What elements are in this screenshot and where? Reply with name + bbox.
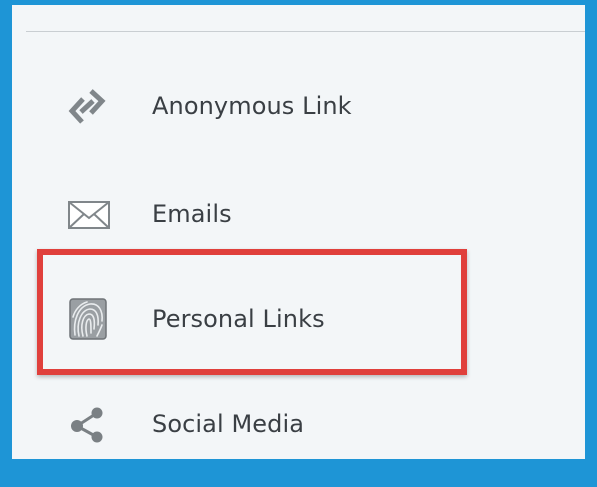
highlight-annotation-box (37, 249, 467, 375)
nav-item-label: Social Media (152, 410, 305, 438)
divider (26, 31, 585, 32)
link-icon (60, 82, 116, 130)
nav-item-emails[interactable]: Emails (60, 184, 500, 244)
nav-item-label: Anonymous Link (152, 92, 352, 120)
nav-item-social-media[interactable]: Social Media (60, 394, 500, 454)
nav-item-anonymous-link[interactable]: Anonymous Link (60, 76, 500, 136)
share-icon (60, 400, 116, 448)
envelope-icon (60, 190, 116, 238)
distribution-panel: Anonymous Link Emails Personal Links Soc… (0, 0, 597, 487)
nav-item-label: Emails (152, 200, 232, 228)
